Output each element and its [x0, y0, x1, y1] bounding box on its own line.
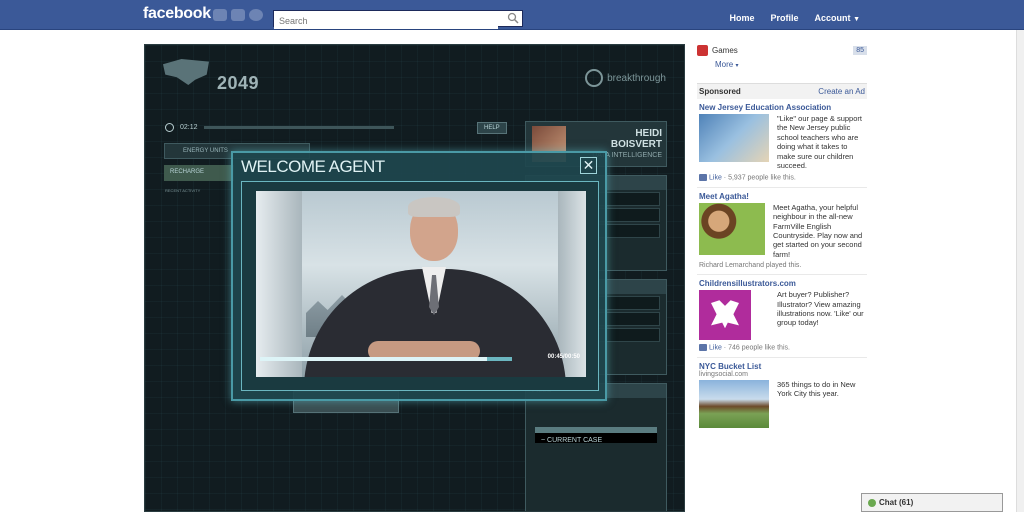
nav-account-label: Account	[814, 13, 851, 23]
games-label: Games	[712, 46, 738, 55]
nav-profile-link[interactable]: Profile	[763, 9, 807, 27]
page-scrollbar[interactable]	[1016, 30, 1024, 512]
agent-first-name: HEIDI	[635, 128, 662, 139]
video-controls: 00:45/00:50	[256, 352, 586, 366]
facebook-top-bar: facebook Home Profile Account ▼	[0, 0, 1024, 30]
ad-nyc-bucket-list: NYC Bucket List livingsocial.com 365 thi…	[697, 358, 867, 433]
breakthrough-label: breakthrough	[607, 72, 666, 84]
thumbs-up-icon	[699, 174, 707, 182]
modal-title: WELCOME AGENT	[241, 157, 385, 176]
games-bookmark[interactable]: Games 85	[697, 44, 867, 57]
ad-image[interactable]	[699, 114, 769, 162]
ad-text: Meet Agatha, your helpful neighbour in t…	[773, 202, 863, 259]
ad-social-context: Richard Lemarchand played this.	[699, 262, 802, 270]
butterfly-icon	[711, 300, 739, 329]
search-input[interactable]	[274, 13, 498, 29]
usa-map-icon	[163, 59, 209, 85]
ad-njea: New Jersey Education Association "Like" …	[697, 99, 867, 188]
current-case-button[interactable]: ~ CURRENT CASE	[535, 427, 657, 444]
ad-image[interactable]	[699, 290, 751, 341]
chat-status-icon	[868, 498, 876, 507]
timer-value: 02:12	[180, 124, 198, 131]
more-label: More	[715, 60, 734, 69]
recharge-button[interactable]: RECHARGE	[164, 165, 234, 181]
ad-text: 365 things to do in New York City this y…	[777, 379, 856, 398]
video-frame: 00:45/00:50	[241, 181, 599, 391]
notification-jewels	[213, 9, 263, 21]
chat-label: Chat (61)	[879, 498, 914, 507]
ad-agatha: Meet Agatha! Meet Agatha, your helpful n…	[697, 188, 867, 276]
ad-image[interactable]	[699, 379, 769, 428]
sponsored-header: Sponsored Create an Ad	[697, 83, 867, 99]
video-progress-fill	[260, 357, 487, 361]
breakthrough-logo-icon	[585, 69, 604, 87]
nav-home-link[interactable]: Home	[722, 9, 763, 27]
chat-bar[interactable]: Chat (61)	[861, 493, 1003, 512]
nav-account-menu[interactable]: Account ▼	[807, 9, 868, 27]
ad-like-row: Like · 746 people like this.	[699, 344, 865, 352]
facebook-logo[interactable]: facebook	[143, 5, 211, 23]
game-timer: 02:12	[165, 123, 394, 132]
friend-requests-icon[interactable]	[213, 9, 227, 21]
messages-icon[interactable]	[231, 9, 245, 21]
create-ad-link[interactable]: Create an Ad	[818, 87, 865, 96]
search-box	[273, 10, 523, 29]
ad-image[interactable]	[699, 202, 765, 255]
notifications-globe-icon[interactable]	[249, 9, 263, 21]
ad-title[interactable]: New Jersey Education Association	[699, 103, 865, 112]
window-frame-left	[256, 191, 302, 377]
video-progress-bar[interactable]	[260, 357, 512, 361]
like-count: 5,937 people like this.	[728, 174, 796, 182]
help-button[interactable]: HELP	[477, 122, 507, 134]
video-time-readout: 00:45/00:50	[547, 354, 580, 360]
like-count: 746 people like this.	[728, 344, 790, 352]
ad-title[interactable]: Childrensillustrators.com	[699, 279, 865, 288]
clock-icon	[165, 123, 174, 132]
sponsored-title: Sponsored	[699, 87, 741, 96]
like-link[interactable]: Like	[709, 175, 722, 182]
welcome-agent-modal: WELCOME AGENT ✕ 00:45/00:50	[231, 151, 607, 401]
recent-activity-label: RECENT ACTIVITY	[165, 188, 201, 193]
games-icon	[697, 45, 708, 56]
facebook-page: facebook Home Profile Account ▼ 2049 bre…	[0, 0, 1024, 512]
timer-bar	[203, 126, 394, 129]
window-frame-right	[558, 191, 586, 377]
thumbs-up-icon	[699, 344, 707, 352]
top-nav: Home Profile Account ▼	[722, 9, 868, 27]
ad-like-row: Like · 5,937 people like this.	[699, 174, 865, 182]
ad-childrens-illustrators: Childrensillustrators.com Art buyer? Pub…	[697, 275, 867, 358]
more-link[interactable]: More ▾	[715, 60, 867, 69]
game-canvas[interactable]: 2049 breakthrough 02:12 HELP ENERGY UNIT…	[144, 44, 685, 512]
chevron-down-icon: ▼	[853, 16, 860, 23]
side-panel-files: FILES	[525, 383, 667, 511]
ad-text: Art buyer? Publisher? Illustrator? View …	[777, 290, 864, 328]
chevron-down-icon: ▾	[735, 63, 739, 69]
ad-domain: livingsocial.com	[699, 370, 749, 378]
intro-video[interactable]	[256, 191, 586, 377]
like-link[interactable]: Like	[709, 345, 722, 352]
agent-last-name: BOISVERT	[610, 139, 662, 150]
presenter-hair	[408, 197, 460, 217]
ad-title[interactable]: Meet Agatha!	[699, 192, 865, 201]
close-icon[interactable]: ✕	[580, 157, 597, 174]
breakthrough-brand: breakthrough	[585, 69, 666, 87]
ad-title[interactable]: NYC Bucket List	[699, 362, 865, 371]
right-sidebar: Games 85 More ▾ Sponsored Create an Ad N…	[697, 44, 867, 433]
games-count-badge: 85	[853, 46, 867, 55]
ad-text: "Like" our page & support the New Jersey…	[777, 114, 862, 171]
search-icon[interactable]	[507, 12, 519, 24]
game-year: 2049	[217, 73, 260, 93]
